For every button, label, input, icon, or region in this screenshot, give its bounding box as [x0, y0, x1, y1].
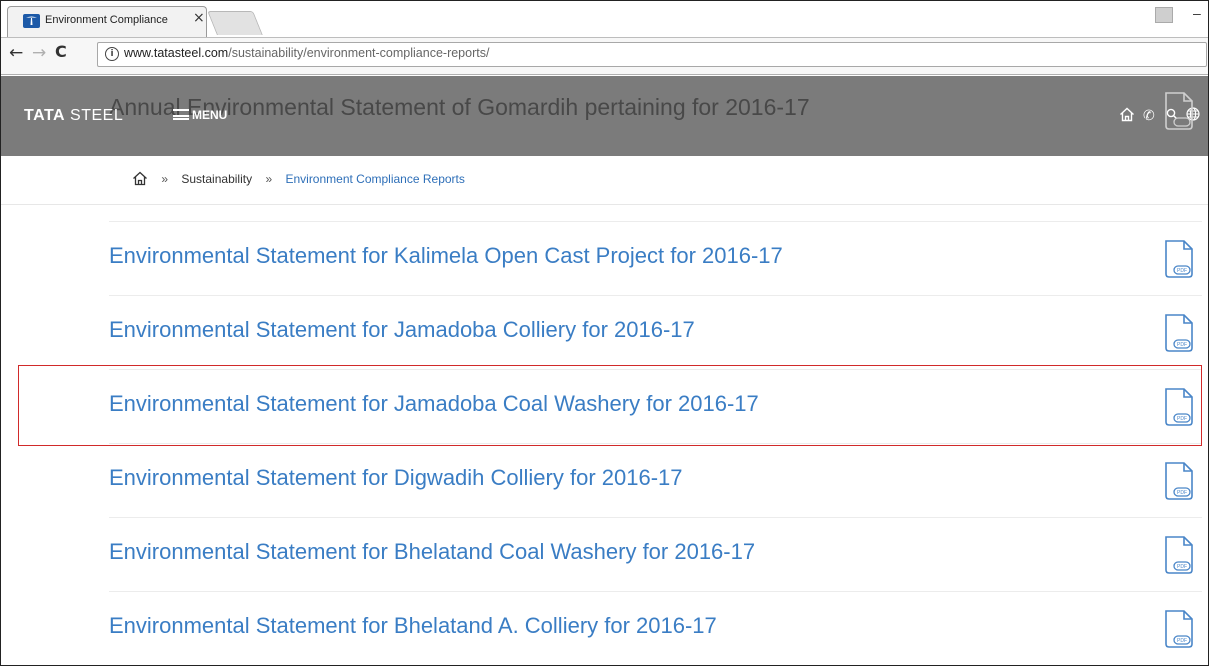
- new-tab-button[interactable]: [207, 11, 263, 35]
- tab-strip: Environment Compliance × –: [1, 1, 1208, 37]
- pdf-label: PDF: [1177, 342, 1187, 348]
- menu-label: MENU: [192, 108, 228, 122]
- sticky-pdf-icon[interactable]: [1163, 91, 1195, 131]
- tata-favicon-icon: [23, 14, 40, 28]
- report-link[interactable]: Environmental Statement for Bhelatand Co…: [109, 539, 755, 565]
- row-divider: [109, 517, 1202, 518]
- breadcrumb: » Sustainability » Environment Complianc…: [132, 171, 465, 186]
- breadcrumb-sustainability[interactable]: Sustainability: [181, 172, 252, 186]
- pdf-icon[interactable]: PDF: [1163, 387, 1195, 427]
- tab-title: Environment Compliance: [45, 14, 168, 26]
- breadcrumb-separator: »: [265, 172, 273, 186]
- pdf-icon[interactable]: PDF: [1163, 609, 1195, 649]
- url-path: /sustainability/environment-compliance-r…: [228, 46, 490, 60]
- report-link[interactable]: Environmental Statement for Bhelatand A.…: [109, 613, 717, 639]
- pdf-label: PDF: [1177, 416, 1187, 422]
- row-divider: [109, 443, 1202, 444]
- pdf-icon[interactable]: PDF: [1163, 461, 1195, 501]
- row-divider: [109, 591, 1202, 592]
- report-link[interactable]: Environmental Statement for Jamadoba Coa…: [109, 391, 759, 417]
- report-link[interactable]: Environmental Statement for Jamadoba Col…: [109, 317, 695, 343]
- list-item: Environmental Statement for Kalimela Ope…: [1, 221, 1208, 295]
- report-link[interactable]: Environmental Statement for Digwadih Col…: [109, 465, 683, 491]
- browser-window: Environment Compliance × – ← → C i www.t…: [0, 0, 1209, 666]
- minimize-icon[interactable]: –: [1193, 5, 1201, 21]
- list-item-highlighted: Environmental Statement for Jamadoba Coa…: [1, 369, 1208, 443]
- breadcrumb-divider: [1, 204, 1208, 205]
- pdf-label: PDF: [1177, 268, 1187, 274]
- pdf-label: PDF: [1177, 638, 1187, 644]
- row-divider: [109, 221, 1202, 222]
- hamburger-icon: [173, 109, 189, 120]
- back-arrow-icon[interactable]: ←: [9, 43, 23, 63]
- url-text[interactable]: www.tatasteel.com/sustainability/environ…: [124, 46, 489, 60]
- home-icon[interactable]: [1119, 107, 1135, 122]
- list-item: Environmental Statement for Digwadih Col…: [1, 443, 1208, 517]
- menu-button[interactable]: MENU: [173, 108, 227, 122]
- list-item: Environmental Statement for Bhelatand Co…: [1, 517, 1208, 591]
- pdf-label: PDF: [1177, 490, 1187, 496]
- row-divider: [109, 369, 1202, 370]
- forward-arrow-icon[interactable]: →: [32, 43, 46, 63]
- pdf-icon[interactable]: PDF: [1163, 239, 1195, 279]
- report-link[interactable]: Environmental Statement for Kalimela Ope…: [109, 243, 783, 269]
- pdf-icon[interactable]: PDF: [1163, 313, 1195, 353]
- brand-light: STEEL: [65, 107, 124, 124]
- pdf-icon[interactable]: PDF: [1163, 535, 1195, 575]
- tata-steel-logo[interactable]: TATA STEEL: [24, 107, 123, 125]
- list-item: Environmental Statement for Jamadoba Col…: [1, 295, 1208, 369]
- brand-bold: TATA: [24, 107, 66, 124]
- list-item: Environmental Statement for Bhelatand A.…: [1, 591, 1208, 665]
- phone-icon[interactable]: ✆: [1143, 107, 1155, 124]
- reload-icon[interactable]: C: [55, 42, 67, 61]
- row-divider: [109, 295, 1202, 296]
- profile-icon[interactable]: [1155, 7, 1173, 23]
- breadcrumb-environment-compliance-reports[interactable]: Environment Compliance Reports: [285, 172, 464, 186]
- tab-close-icon[interactable]: ×: [193, 11, 205, 25]
- url-domain: www.tatasteel.com: [124, 46, 229, 60]
- breadcrumb-separator: »: [161, 172, 169, 186]
- breadcrumb-home-icon[interactable]: [132, 171, 148, 186]
- site-info-icon[interactable]: i: [105, 47, 119, 61]
- pdf-label: PDF: [1177, 564, 1187, 570]
